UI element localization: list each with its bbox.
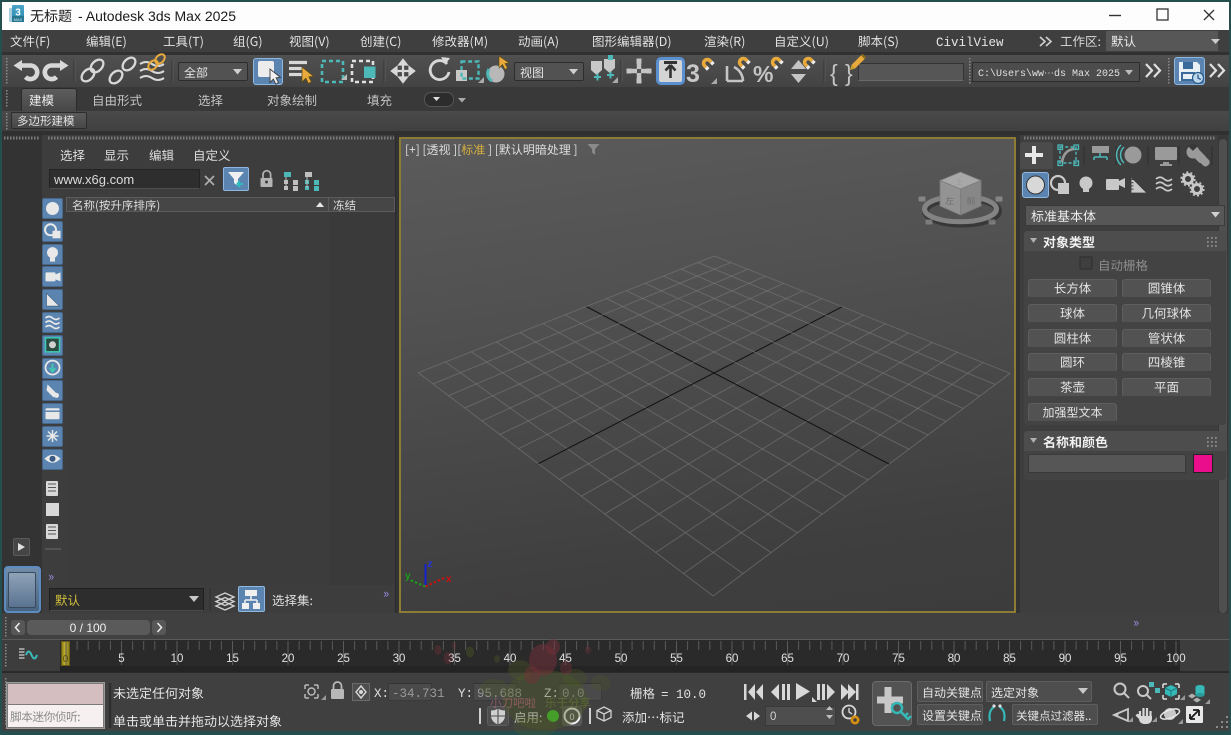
svg-text:-34.731: -34.731 [392, 687, 445, 701]
svg-text:}: } [845, 60, 853, 86]
svg-text:85: 85 [1003, 653, 1016, 665]
svg-text:X:: X: [374, 687, 389, 701]
svg-text:%: % [753, 61, 773, 87]
svg-text:y: y [405, 571, 411, 582]
svg-text:C:\Users\ww⋯ds Max 2025: C:\Users\ww⋯ds Max 2025 [978, 68, 1120, 80]
svg-text:100: 100 [1166, 653, 1185, 665]
svg-text:Y:: Y: [458, 687, 473, 701]
svg-text:80: 80 [948, 653, 961, 665]
svg-text:www.x6g.com: www.x6g.com [53, 172, 134, 187]
svg-text:50: 50 [615, 653, 628, 665]
svg-text:MAX: MAX [14, 17, 23, 22]
svg-text:0: 0 [63, 654, 69, 665]
svg-text:3: 3 [686, 60, 700, 88]
svg-text:CivilView: CivilView [936, 36, 1004, 50]
svg-text:65: 65 [781, 653, 794, 665]
svg-text:15: 15 [226, 653, 239, 665]
svg-text:5: 5 [118, 653, 124, 665]
svg-text:- Autodesk 3ds Max 2025: - Autodesk 3ds Max 2025 [78, 8, 236, 24]
svg-text:55: 55 [670, 653, 683, 665]
svg-text:0: 0 [770, 711, 776, 723]
svg-text:{: { [830, 60, 838, 86]
svg-text:0 / 100: 0 / 100 [70, 621, 107, 635]
svg-text:z: z [428, 559, 433, 570]
svg-text:25: 25 [337, 653, 350, 665]
svg-text:10: 10 [171, 653, 184, 665]
svg-text:60: 60 [726, 653, 739, 665]
svg-text:70: 70 [837, 653, 850, 665]
svg-text:30: 30 [393, 653, 406, 665]
svg-text:95: 95 [1114, 653, 1127, 665]
svg-text:x: x [446, 574, 452, 585]
svg-text:90: 90 [1059, 653, 1072, 665]
svg-text:75: 75 [892, 653, 905, 665]
svg-text:= 10.0: = 10.0 [661, 688, 706, 702]
svg-text:20: 20 [282, 653, 295, 665]
